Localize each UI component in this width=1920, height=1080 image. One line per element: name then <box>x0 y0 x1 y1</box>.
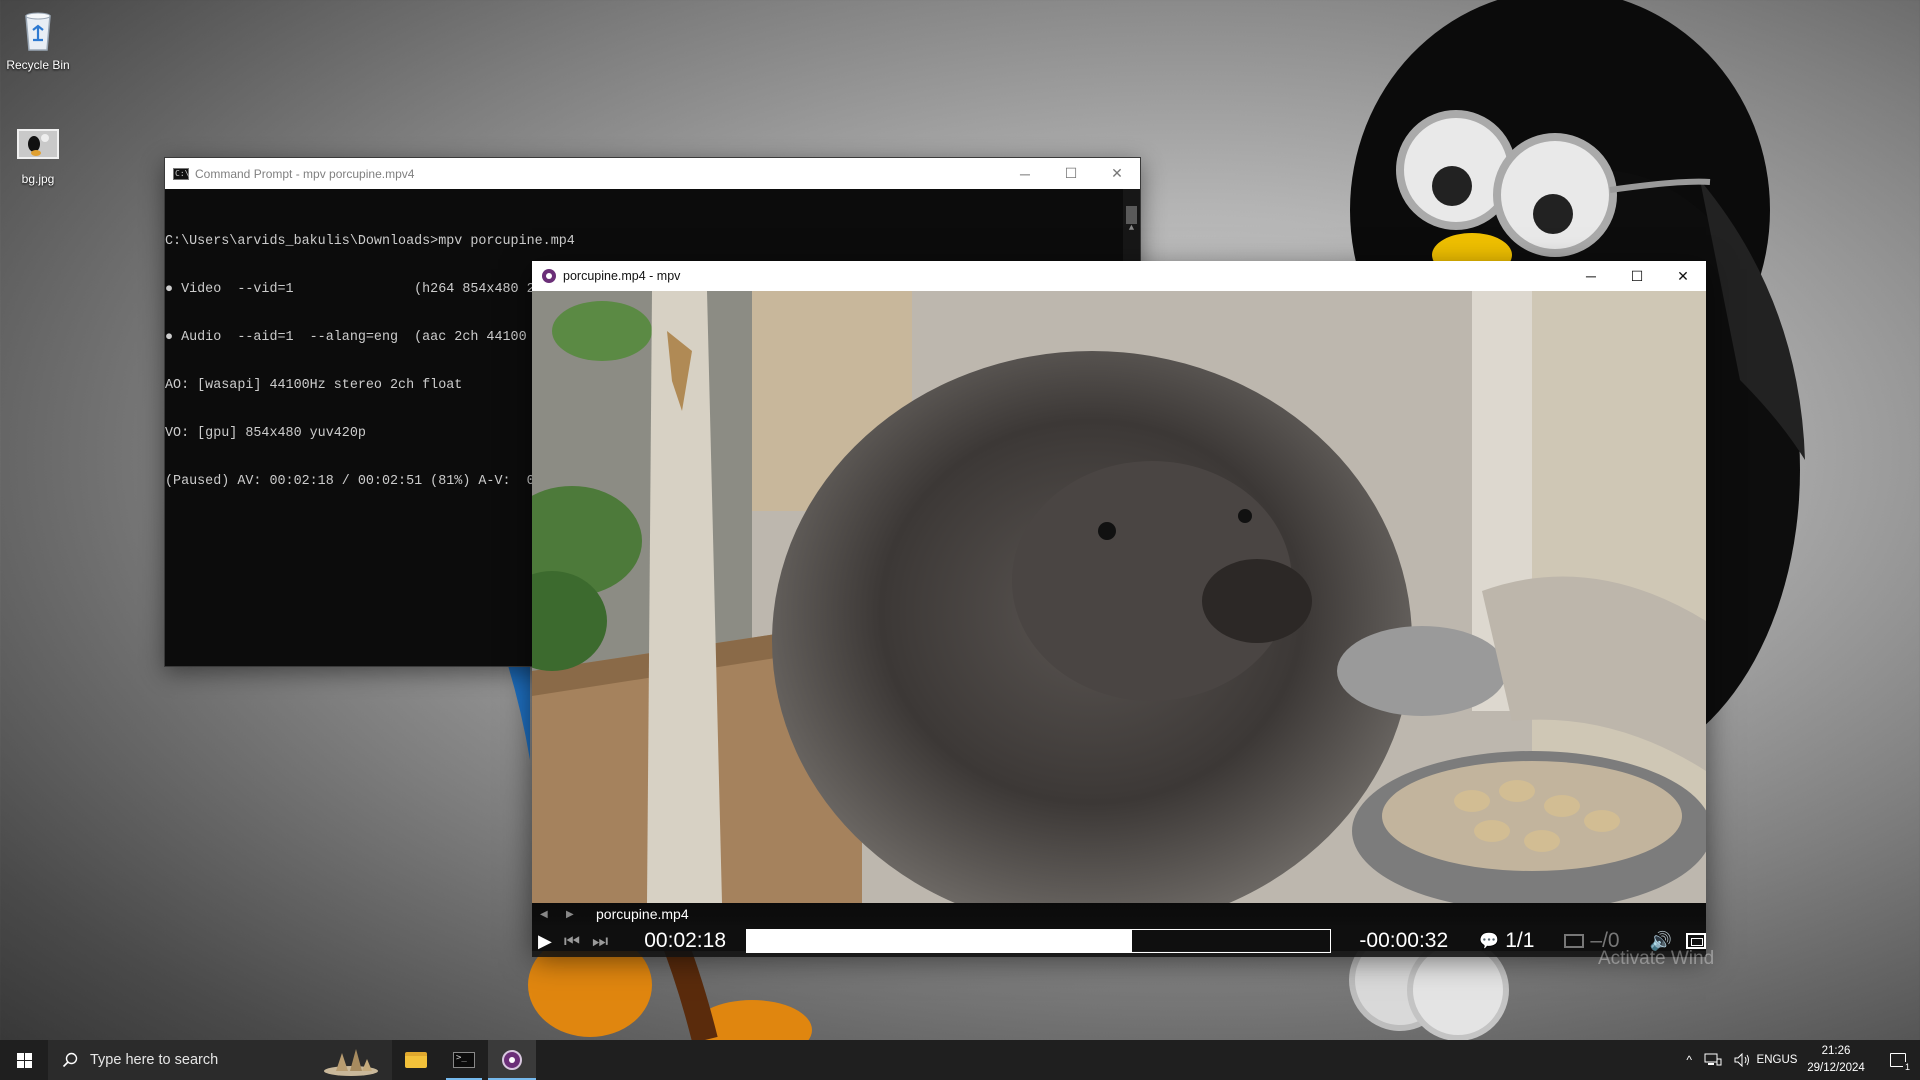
language-code: ENG <box>1756 1054 1782 1066</box>
maximize-button[interactable]: ☐ <box>1614 261 1660 291</box>
audio-track-button[interactable]: 💬 1/1 <box>1479 929 1534 953</box>
taskbar-search-box[interactable]: Type here to search <box>48 1040 392 1080</box>
input-language-indicator[interactable]: ENG US <box>1756 1040 1798 1080</box>
network-icon[interactable] <box>1698 1040 1728 1080</box>
clock[interactable]: 21:26 29/12/2024 <box>1796 1040 1876 1080</box>
taskbar-file-explorer[interactable] <box>392 1040 440 1080</box>
desktop-icon-bg-jpg[interactable]: bg.jpg <box>0 120 76 186</box>
folder-icon <box>405 1052 427 1068</box>
start-button[interactable] <box>0 1040 48 1080</box>
scroll-thumb[interactable] <box>1126 206 1137 224</box>
clock-time: 21:26 <box>1821 1045 1851 1057</box>
fullscreen-icon[interactable] <box>1686 933 1707 949</box>
system-tray: ^ ENG US 21:26 29/12/2024 1 <box>1680 1040 1920 1080</box>
windows-logo-icon <box>16 1052 32 1068</box>
clock-date: 29/12/2024 <box>1807 1062 1865 1074</box>
mpv-osc[interactable]: ◀ ▶ porcupine.mp4 ▶ ⏮ ⏭ 00:02:18 -00:00:… <box>532 903 1707 957</box>
skip-forward-button[interactable]: ⏭ <box>586 931 614 952</box>
mpv-icon <box>502 1050 522 1070</box>
mpv-window[interactable]: porcupine.mp4 - mpv ─ ☐ ✕ ◀ ▶ porcupine.… <box>532 261 1707 957</box>
seek-bar[interactable] <box>746 929 1332 953</box>
maximize-button[interactable]: ☐ <box>1048 158 1094 189</box>
mpv-titlebar[interactable]: porcupine.mp4 - mpv ─ ☐ ✕ <box>532 261 1706 291</box>
search-highlight-icon <box>324 1049 378 1076</box>
show-hidden-icons-chevron-up-icon[interactable]: ^ <box>1680 1040 1698 1080</box>
video-still-porcupine <box>532 291 1706 903</box>
playlist-prev-icon[interactable]: ◀ <box>540 909 566 920</box>
subtitle-icon <box>1564 934 1585 948</box>
osc-filename[interactable]: porcupine.mp4 <box>596 906 689 922</box>
command-prompt-titlebar[interactable]: C:\ Command Prompt - mpv porcupine.mpv4 … <box>165 158 1140 189</box>
search-icon <box>62 1052 78 1068</box>
window-title: Command Prompt - mpv porcupine.mpv4 <box>195 166 415 181</box>
close-button[interactable]: ✕ <box>1094 158 1140 189</box>
volume-button[interactable]: 🔊 <box>1650 931 1672 952</box>
mpv-logo-icon <box>542 269 556 283</box>
subtitle-track-count: –/0 <box>1590 929 1620 952</box>
taskbar-mpv[interactable] <box>488 1040 536 1080</box>
video-frame[interactable] <box>532 291 1706 903</box>
play-pause-button[interactable]: ▶ <box>532 931 558 952</box>
seek-bar-fill <box>747 930 1133 952</box>
desktop-icon-label: Recycle Bin <box>6 58 70 72</box>
terminal-icon: >_ <box>453 1052 475 1068</box>
osc-controls: ▶ ⏮ ⏭ 00:02:18 -00:00:32 💬 1/1 –/0 🔊 <box>532 925 1707 957</box>
current-time[interactable]: 00:02:18 <box>644 929 734 953</box>
minimize-button[interactable]: ─ <box>1002 158 1048 189</box>
subtitle-track-button[interactable]: –/0 <box>1564 929 1620 953</box>
action-center-button[interactable]: 1 <box>1876 1040 1920 1080</box>
image-file-icon <box>14 120 62 168</box>
close-button[interactable]: ✕ <box>1660 261 1706 291</box>
console-icon: C:\ <box>173 167 190 180</box>
osc-title-bar: ◀ ▶ porcupine.mp4 <box>532 903 1706 925</box>
audio-track-count: 1/1 <box>1505 929 1535 952</box>
taskbar-command-prompt[interactable]: >_ <box>440 1040 488 1080</box>
desktop-icon-recycle-bin[interactable]: Recycle Bin <box>0 6 76 72</box>
playlist-next-icon[interactable]: ▶ <box>566 909 592 920</box>
speech-bubble-icon: 💬 <box>1479 933 1500 950</box>
remaining-time[interactable]: -00:00:32 <box>1359 929 1459 953</box>
desktop-icon-label: bg.jpg <box>21 172 55 186</box>
console-line: C:\Users\arvids_bakulis\Downloads>mpv po… <box>165 234 575 249</box>
search-placeholder: Type here to search <box>90 1052 219 1068</box>
skip-back-button[interactable]: ⏮ <box>558 931 586 952</box>
notification-count: 1 <box>1902 1062 1912 1072</box>
volume-icon[interactable] <box>1728 1040 1758 1080</box>
minimize-button[interactable]: ─ <box>1568 261 1614 291</box>
recycle-bin-icon <box>14 6 62 54</box>
window-title: porcupine.mp4 - mpv <box>563 269 681 283</box>
taskbar: Type here to search >_ ^ ENG US 21:26 29… <box>0 1040 1920 1080</box>
